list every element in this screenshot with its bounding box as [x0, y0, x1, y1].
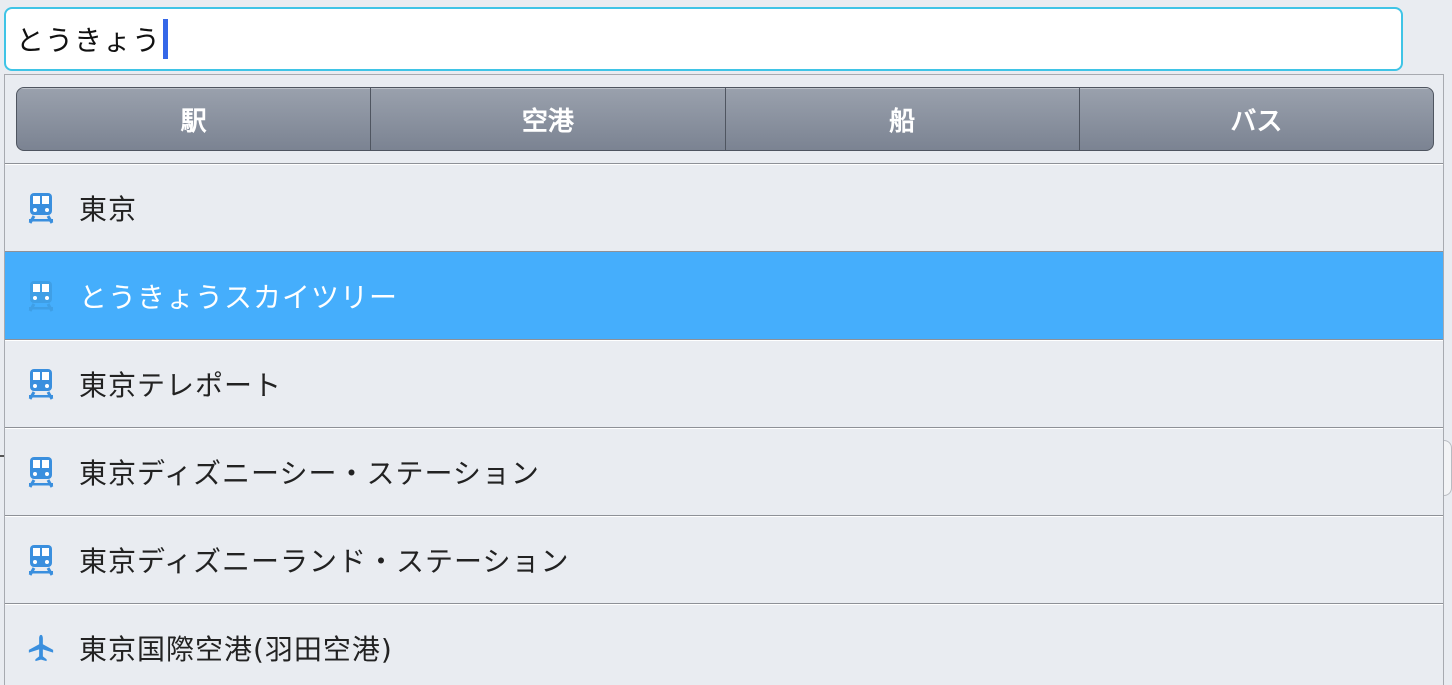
- train-icon: [27, 192, 55, 224]
- list-item[interactable]: とうきょうスカイツリー: [5, 252, 1443, 340]
- text-caret: [163, 19, 169, 59]
- tab-station[interactable]: 駅: [17, 88, 372, 150]
- search-input-text[interactable]: とうきょう: [16, 19, 161, 59]
- train-icon: [27, 544, 55, 576]
- list-item-label: とうきょうスカイツリー: [79, 281, 399, 314]
- list-item[interactable]: 東京テレポート: [5, 340, 1443, 428]
- tab-bus[interactable]: バス: [1080, 88, 1433, 150]
- suggestion-dropdown: 駅 空港 船 バス 東京とうきょうスカイツリー 東京テレポート東京ディズニーシー・…: [4, 74, 1444, 685]
- transport-type-tabs: 駅 空港 船 バス: [16, 87, 1434, 151]
- suggestion-list: 東京とうきょうスカイツリー 東京テレポート東京ディズニーシー・ステーション 東京ディ…: [5, 163, 1443, 685]
- station-search-screen: とうきょう 駅 空港 船 バス 東京とうきょうスカイツリー 東京テレポート東京ディ…: [0, 0, 1452, 685]
- train-icon: [27, 368, 55, 400]
- airplane-icon: [27, 632, 55, 664]
- list-item-label: 東京ディズニーシー・ステーション: [79, 457, 540, 490]
- list-item[interactable]: 東京ディズニーランド・ステーション: [5, 516, 1443, 604]
- list-item-label: 東京: [79, 193, 138, 226]
- list-item-label: 東京国際空港(羽田空港): [79, 633, 393, 666]
- list-item[interactable]: 東京: [5, 164, 1443, 252]
- background-field-edge-right: [1443, 440, 1452, 496]
- train-icon: [27, 456, 55, 488]
- list-item-label: 東京ディズニーランド・ステーション: [79, 545, 570, 578]
- list-item[interactable]: 東京国際空港(羽田空港): [5, 604, 1443, 685]
- list-item[interactable]: 東京ディズニーシー・ステーション: [5, 428, 1443, 516]
- search-input[interactable]: とうきょう: [4, 7, 1403, 71]
- tab-ship[interactable]: 船: [726, 88, 1080, 150]
- train-icon: [27, 280, 55, 312]
- list-item-label: 東京テレポート: [79, 369, 283, 402]
- tab-airport[interactable]: 空港: [371, 88, 726, 150]
